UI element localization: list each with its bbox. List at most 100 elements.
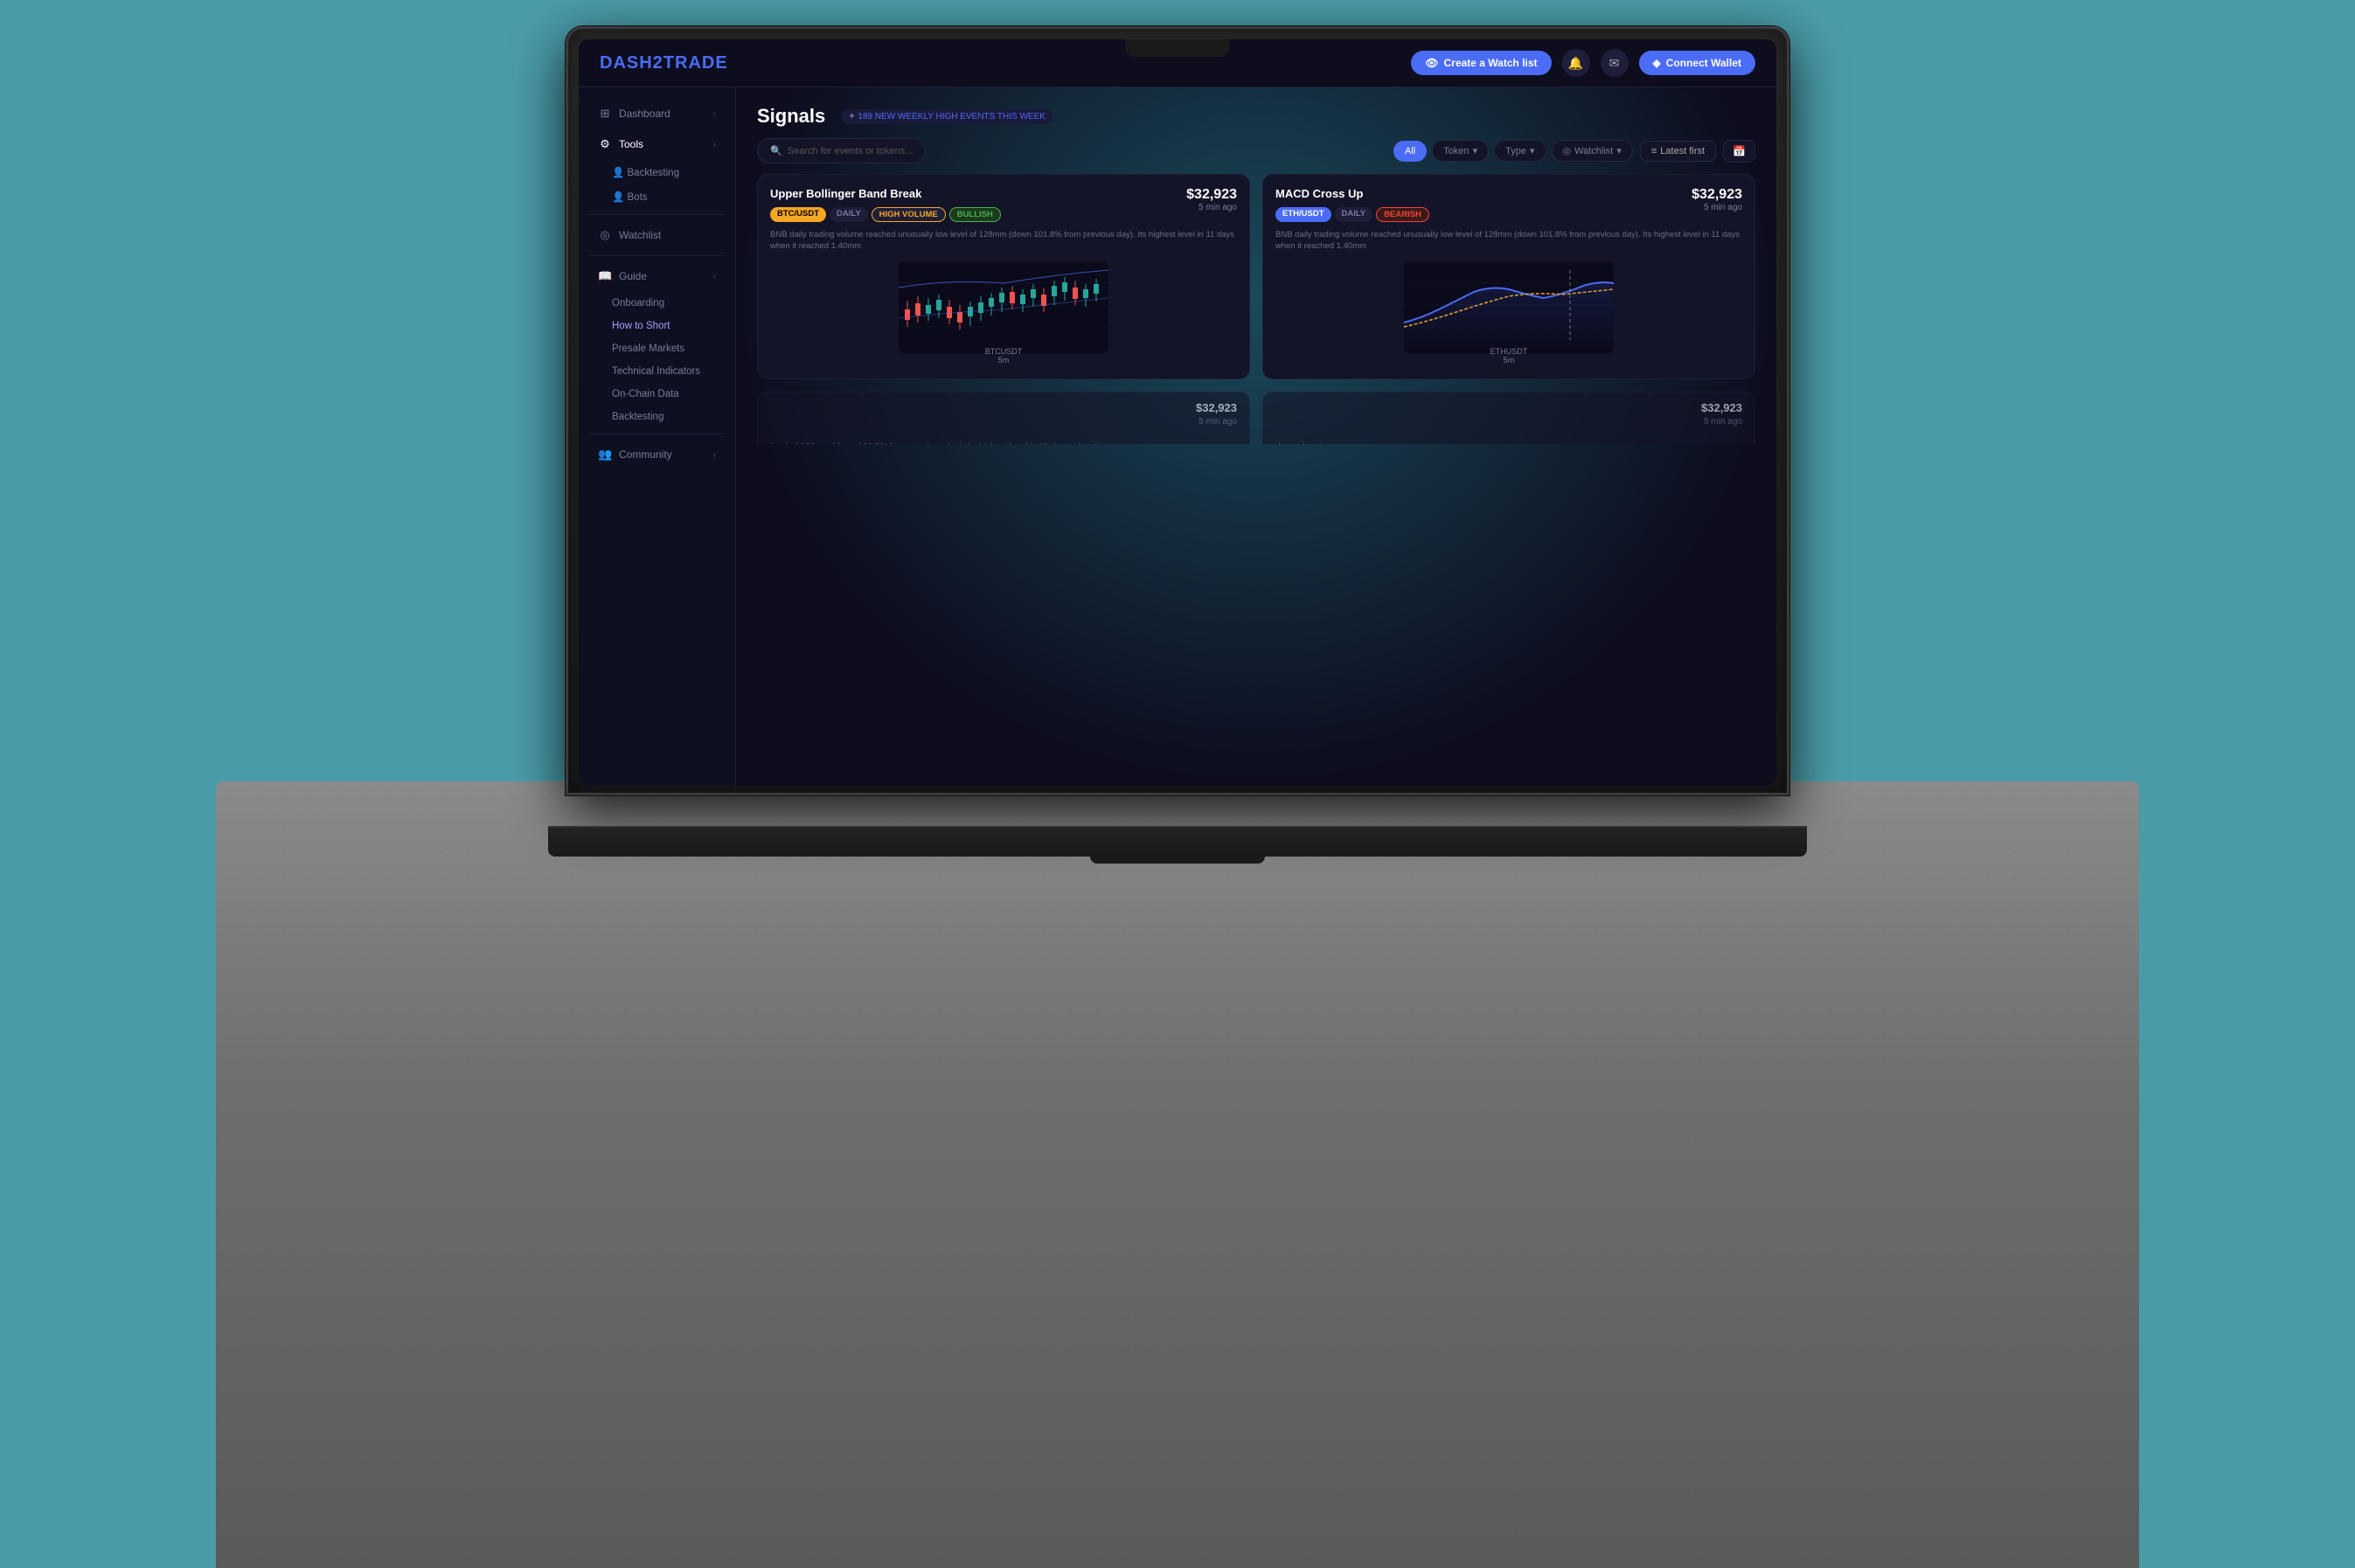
- weekly-events-badge: ✦ 189 NEW WEEKLY HIGH EVENTS THIS WEEK: [841, 109, 1052, 124]
- topbar-right: 👁 Create a Watch list 🔔 ✉ ◈ Connect Wall…: [1411, 49, 1755, 77]
- tools-icon: ⚙: [598, 137, 612, 151]
- search-icon: 🔍: [770, 145, 782, 156]
- sidebar-item-community[interactable]: 👥 Community ›: [584, 440, 730, 469]
- search-placeholder: Search for events or tokens...: [788, 146, 914, 156]
- wallet-icon: ◈: [1653, 57, 1661, 69]
- logo-text: DASH2TRADE: [600, 53, 728, 73]
- screen-bezel: DASH2TRADE 👁 Create a Watch list 🔔 ✉ ◈: [579, 39, 1776, 786]
- filter-section: 🔍 Search for events or tokens... All Tok: [757, 138, 1755, 163]
- sidebar-divider-2: [589, 255, 725, 256]
- signal-price-1: $32,923: [1186, 187, 1237, 203]
- sidebar-dashboard-label: Dashboard: [619, 108, 670, 120]
- main-content: Signals ✦ 189 NEW WEEKLY HIGH EVENTS THI…: [736, 87, 1776, 786]
- sidebar: ⊞ Dashboard › ⚙ Tools › 👤: [579, 87, 736, 786]
- sidebar-item-how-to-short[interactable]: How to Short: [579, 315, 735, 337]
- signal-price-2: $32,923: [1692, 187, 1742, 203]
- laptop-hinge: [1090, 851, 1265, 864]
- sidebar-item-watchlist[interactable]: ◎ Watchlist: [584, 220, 730, 250]
- community-chevron: ›: [713, 450, 716, 460]
- sidebar-item-onboarding[interactable]: Onboarding: [579, 292, 735, 315]
- signal-tags-2: ETH/USDT DAILY BEARISH: [1275, 207, 1742, 222]
- mail-icon: ✉: [1609, 56, 1620, 71]
- dashboard-chevron: ›: [713, 109, 716, 119]
- page-title: Signals: [757, 105, 825, 128]
- laptop-lid: DASH2TRADE 👁 Create a Watch list 🔔 ✉ ◈: [566, 26, 1789, 795]
- tag-ethusdt: ETH/USDT: [1275, 207, 1331, 222]
- chart-label-2: ETHUSDT 5m: [1490, 347, 1528, 364]
- signal-title-2: MACD Cross Up: [1275, 187, 1579, 200]
- concrete-block: [216, 781, 2139, 1568]
- connect-wallet-button[interactable]: ◈ Connect Wallet: [1639, 51, 1755, 75]
- user-icon-bots: 👤: [612, 192, 628, 203]
- sidebar-item-guide[interactable]: 📖 Guide ›: [584, 261, 730, 291]
- mail-button[interactable]: ✉: [1601, 49, 1629, 77]
- watchlist-chevron: ▾: [1616, 145, 1622, 156]
- signal-time-2: 5 min ago: [1704, 203, 1742, 212]
- tag-daily-2: DAILY: [1335, 207, 1373, 222]
- tools-chevron: ›: [713, 140, 716, 149]
- connect-wallet-label: Connect Wallet: [1666, 57, 1741, 69]
- tag-btcusdt: BTC/USDT: [770, 207, 826, 222]
- bell-icon: 🔔: [1568, 56, 1583, 71]
- signal-desc-2: BNB daily trading volume reached unusual…: [1275, 229, 1742, 253]
- sort-icon: ≡: [1651, 146, 1657, 156]
- sidebar-watchlist-label: Watchlist: [619, 229, 661, 241]
- signal-desc-1: BNB daily trading volume reached unusual…: [770, 229, 1237, 253]
- watchlist-filter-icon: ◎: [1563, 145, 1572, 156]
- sidebar-item-on-chain-data[interactable]: On-Chain Data: [579, 383, 735, 406]
- calendar-button[interactable]: 📅: [1723, 140, 1755, 163]
- logo: DASH2TRADE: [600, 53, 728, 73]
- filter-watchlist[interactable]: ◎ Watchlist ▾: [1552, 140, 1633, 162]
- community-icon: 👥: [598, 448, 612, 461]
- filter-token[interactable]: Token ▾: [1432, 140, 1489, 162]
- watchlist-icon: ◎: [598, 228, 612, 242]
- signal-card-3-partial[interactable]: $32,923 5 min ago level of 128mm (down 1…: [757, 392, 1250, 444]
- guide-icon: 📖: [598, 269, 612, 283]
- filter-type[interactable]: Type ▾: [1494, 140, 1546, 162]
- page-header: Signals ✦ 189 NEW WEEKLY HIGH EVENTS THI…: [757, 105, 1755, 128]
- user-icon-backtesting: 👤: [612, 168, 628, 178]
- calendar-icon: 📅: [1733, 145, 1746, 157]
- sidebar-item-dashboard[interactable]: ⊞ Dashboard ›: [584, 99, 730, 128]
- header-left: Signals ✦ 189 NEW WEEKLY HIGH EVENTS THI…: [757, 105, 1052, 128]
- eye-icon: 👁: [1425, 57, 1438, 69]
- signal-card-1[interactable]: $32,923 5 min ago Upper Bollinger Band B…: [757, 174, 1250, 379]
- laptop-bottom: [548, 826, 1807, 857]
- sidebar-item-presale-markets[interactable]: Presale Markets: [579, 337, 735, 360]
- sidebar-tools-label: Tools: [619, 138, 643, 150]
- sidebar-community-label: Community: [619, 448, 672, 461]
- signal-chart-1: BTCUSDT 5m: [770, 261, 1237, 366]
- signal-title-1: Upper Bollinger Band Break: [770, 187, 1073, 200]
- type-chevron: ▾: [1530, 145, 1535, 156]
- sidebar-item-backtesting-guide[interactable]: Backtesting: [579, 406, 735, 428]
- notification-button[interactable]: 🔔: [1562, 49, 1590, 77]
- tag-bearish: BEARISH: [1376, 207, 1429, 222]
- tag-high-volume: HIGH VOLUME: [872, 207, 946, 222]
- filter-left: 🔍 Search for events or tokens...: [757, 138, 926, 163]
- signal-card-2[interactable]: $32,923 5 min ago MACD Cross Up ETH/USDT…: [1262, 174, 1755, 379]
- guide-chevron: ›: [713, 272, 716, 281]
- signal-time-1: 5 min ago: [1198, 203, 1237, 212]
- tag-daily-1: DAILY: [830, 207, 868, 222]
- candlestick-chart-1: [770, 261, 1237, 353]
- tag-bullish: BULLISH: [949, 207, 1001, 222]
- sidebar-item-tools[interactable]: ⚙ Tools ›: [584, 129, 730, 159]
- sort-button[interactable]: ≡ Latest first: [1640, 141, 1716, 162]
- signal-tags-1: BTC/USDT DAILY HIGH VOLUME BULLISH: [770, 207, 1237, 222]
- signal-card-4-partial[interactable]: $32,923 5 min ago days when it: [1262, 392, 1755, 444]
- line-chart-2: [1275, 261, 1742, 353]
- token-chevron: ▾: [1473, 145, 1478, 156]
- filter-right: All Token ▾ Type ▾: [1393, 140, 1755, 163]
- create-watchlist-label: Create a Watch list: [1444, 57, 1538, 69]
- filter-chips: All Token ▾ Type ▾: [1393, 140, 1633, 162]
- sidebar-divider-1: [589, 214, 725, 215]
- laptop: DASH2TRADE 👁 Create a Watch list 🔔 ✉ ◈: [566, 26, 1789, 830]
- sidebar-item-bots[interactable]: 👤 Bots: [579, 184, 735, 209]
- create-watchlist-button[interactable]: 👁 Create a Watch list: [1411, 51, 1551, 75]
- sidebar-item-technical-indicators[interactable]: Technical Indicators: [579, 360, 735, 383]
- dashboard-icon: ⊞: [598, 107, 612, 121]
- app-body: ⊞ Dashboard › ⚙ Tools › 👤: [579, 87, 1776, 786]
- camera-notch: [1125, 39, 1230, 57]
- filter-all[interactable]: All: [1393, 141, 1427, 162]
- sidebar-item-backtesting[interactable]: 👤 Backtesting: [579, 160, 735, 184]
